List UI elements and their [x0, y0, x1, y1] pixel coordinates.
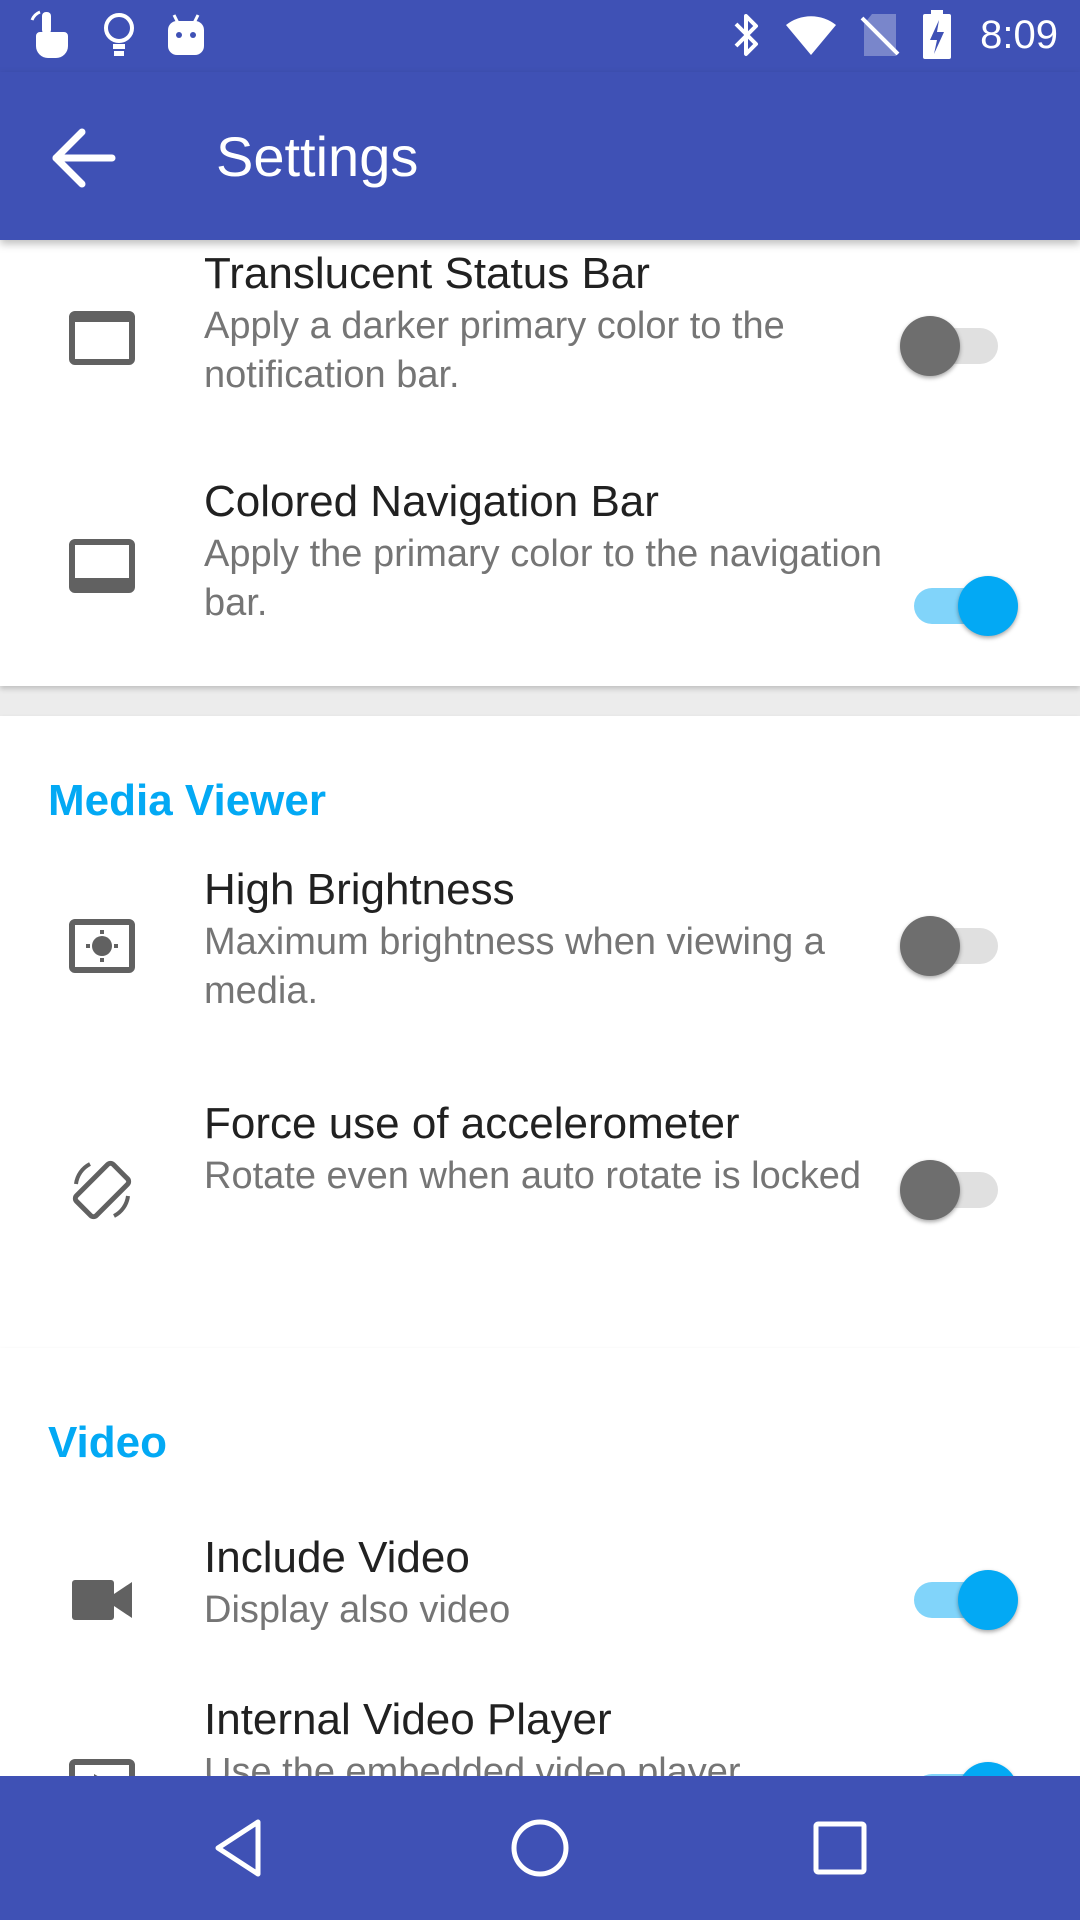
setting-title: Translucent Status Bar — [204, 249, 650, 298]
setting-row-translucent-status-bar[interactable]: Translucent Status Bar Apply a darker pr… — [0, 240, 1080, 456]
brightness-icon — [69, 919, 135, 973]
setting-title: High Brightness — [204, 865, 515, 914]
setting-row-force-accelerometer[interactable]: Force use of accelerometer Rotate even w… — [0, 1096, 1080, 1316]
videocam-icon — [72, 1580, 132, 1620]
navigation-bar-icon — [69, 539, 135, 593]
notification-icons — [28, 10, 206, 60]
setting-subtitle: Maximum brightness when viewing a media. — [204, 921, 825, 1012]
nav-back-button[interactable] — [204, 1812, 276, 1884]
internal-video-player-switch[interactable] — [900, 1752, 1020, 1776]
system-status-icons: 8:09 — [732, 10, 1058, 60]
switch-thumb — [958, 1762, 1018, 1776]
bluetooth-icon — [734, 14, 759, 56]
high-brightness-switch[interactable] — [900, 906, 1020, 986]
setting-title: Colored Navigation Bar — [204, 477, 659, 526]
back-button[interactable] — [48, 122, 120, 194]
wifi-icon — [786, 16, 837, 55]
android-icon — [168, 14, 204, 55]
force-accelerometer-switch[interactable] — [900, 1150, 1020, 1230]
back-triangle-icon — [215, 1819, 261, 1877]
setting-row-high-brightness[interactable]: High Brightness Maximum brightness when … — [0, 865, 1080, 1086]
video-player-icon — [69, 1759, 135, 1776]
switch-thumb — [900, 916, 960, 976]
arrow-back-icon — [52, 128, 116, 188]
setting-subtitle: Use the embedded video player — [204, 1751, 741, 1776]
setting-title: Force use of accelerometer — [204, 1099, 740, 1148]
theme-card: Translucent Status Bar Apply a darker pr… — [0, 240, 1080, 686]
home-circle-icon — [511, 1819, 569, 1877]
section-title-video: Video — [48, 1418, 168, 1467]
section-title-media-viewer: Media Viewer — [48, 776, 326, 825]
switch-thumb — [900, 1160, 960, 1220]
recents-square-icon — [813, 1821, 867, 1875]
nav-home-button[interactable] — [504, 1812, 576, 1884]
screen-rotation-icon — [72, 1160, 132, 1220]
setting-title: Internal Video Player — [204, 1695, 612, 1744]
app-bar: Settings — [0, 72, 1080, 240]
nav-recents-button[interactable] — [804, 1812, 876, 1884]
page-title: Settings — [216, 125, 419, 188]
switch-thumb — [958, 1570, 1018, 1630]
setting-subtitle: Apply a darker primary color to the noti… — [204, 305, 785, 396]
status-time: 8:09 — [980, 12, 1058, 57]
no-sim-icon — [860, 14, 900, 56]
status-bar-icon — [69, 311, 135, 365]
setting-subtitle: Rotate even when auto rotate is locked — [204, 1155, 861, 1197]
video-card: Video Include Video Display also video I… — [0, 1348, 1080, 1776]
status-bar: 8:09 — [0, 0, 1080, 72]
setting-row-colored-navigation-bar[interactable]: Colored Navigation Bar Apply the primary… — [0, 464, 1080, 684]
bulb-icon — [104, 13, 134, 56]
setting-row-internal-video-player[interactable]: Internal Video Player Use the embedded v… — [0, 1688, 1080, 1776]
switch-thumb — [900, 316, 960, 376]
setting-title: Include Video — [204, 1533, 470, 1582]
setting-row-include-video[interactable]: Include Video Display also video — [0, 1518, 1080, 1668]
settings-list[interactable]: Translucent Status Bar Apply a darker pr… — [0, 240, 1080, 1776]
switch-thumb — [958, 576, 1018, 636]
setting-subtitle: Display also video — [204, 1589, 511, 1631]
system-navigation-bar — [0, 1776, 1080, 1920]
battery-charging-icon — [923, 10, 952, 59]
touch-icon — [30, 10, 68, 58]
colored-navigation-bar-switch[interactable] — [900, 566, 1020, 646]
include-video-switch[interactable] — [900, 1560, 1020, 1640]
translucent-status-bar-switch[interactable] — [900, 306, 1020, 386]
setting-subtitle: Apply the primary color to the navigatio… — [204, 533, 883, 624]
